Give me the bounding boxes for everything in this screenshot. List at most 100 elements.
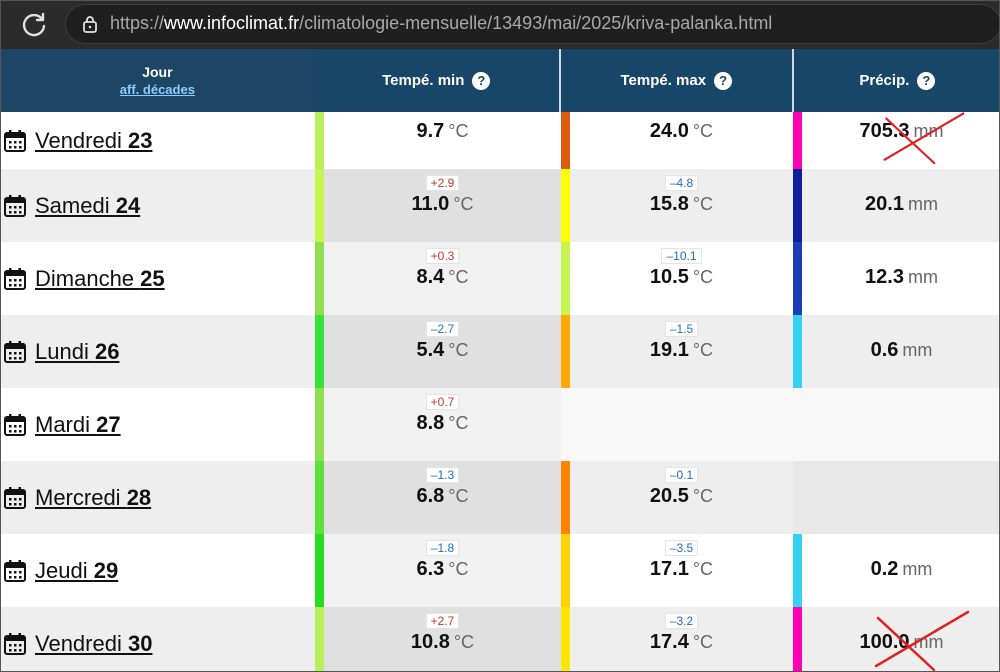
calendar-icon[interactable] xyxy=(3,413,27,437)
day-cell: Vendredi 30 xyxy=(1,607,315,671)
day-number: 28 xyxy=(126,484,152,510)
calendar-icon[interactable] xyxy=(3,486,27,510)
help-icon[interactable]: ? xyxy=(917,71,936,90)
site-info-icon[interactable] xyxy=(80,14,100,34)
day-link[interactable]: Vendredi 30 xyxy=(35,631,152,657)
precip-value-number: 0.6 xyxy=(870,339,899,361)
min-temp-value-number: 8.8 xyxy=(416,412,445,434)
max-temp-cell: –4.8 15.8 °C xyxy=(570,169,793,242)
precip-cell: 0.6 mm xyxy=(802,315,999,388)
max-temp-value: 19.1 °C xyxy=(570,339,793,362)
min-temp-value-number: 10.8 xyxy=(410,631,450,653)
unit-label: °C xyxy=(453,194,474,214)
deviation-badge: –3.2 xyxy=(570,612,793,630)
show-decades-link[interactable]: aff. décades xyxy=(120,82,195,97)
day-cell: Mardi 27 xyxy=(1,388,315,461)
deviation-value: –3.5 xyxy=(664,540,699,556)
min-temp-color-bar xyxy=(315,315,324,388)
min-temp-cell: –2.7 5.4 °C xyxy=(324,315,561,388)
calendar-icon[interactable] xyxy=(3,129,27,153)
deviation-value: –2.7 xyxy=(425,321,460,337)
unit-label: mm xyxy=(907,194,938,214)
min-temp-cell: +0.7 8.8 °C xyxy=(324,388,561,461)
day-link[interactable]: Dimanche 25 xyxy=(35,266,165,292)
min-temp-value-number: 5.4 xyxy=(416,339,445,361)
min-temp-cell: +0.3 8.4 °C xyxy=(324,242,561,315)
max-temp-value-number: 15.8 xyxy=(649,193,689,215)
table-row: Samedi 24 +2.9 11.0 °C –4.8 15.8 °C 20.1 mm xyxy=(1,169,999,242)
day-link[interactable]: Lundi 26 xyxy=(35,339,119,365)
day-number: 26 xyxy=(94,338,120,364)
deviation-badge: –1.3 xyxy=(324,466,561,484)
unit-label: °C xyxy=(692,121,714,141)
unit-label: °C xyxy=(692,559,714,579)
calendar-icon[interactable] xyxy=(3,632,27,656)
day-name: Samedi xyxy=(35,192,116,218)
calendar-icon[interactable] xyxy=(3,340,27,364)
calendar-icon[interactable] xyxy=(3,559,27,583)
unit-label: °C xyxy=(448,559,469,579)
table-row: Lundi 26 –2.7 5.4 °C –1.5 19.1 °C 0.6 mm xyxy=(1,315,999,388)
min-temp-color-bar xyxy=(315,242,324,315)
min-temp-value: 6.8 °C xyxy=(324,485,561,508)
precip-cell xyxy=(793,461,999,534)
reload-icon[interactable] xyxy=(19,10,49,40)
help-icon[interactable]: ? xyxy=(714,71,733,90)
min-temp-value-number: 9.7 xyxy=(416,120,445,142)
min-temp-cell: +2.9 11.0 °C xyxy=(324,169,561,242)
table-row: Vendredi 30 +2.7 10.8 °C –3.2 17.4 °C 100.0 mm xyxy=(1,607,999,671)
precip-value: 0.2 mm xyxy=(802,558,999,581)
max-temp-color-bar xyxy=(561,169,570,242)
day-name: Vendredi xyxy=(35,630,128,656)
max-temp-value: 24.0 °C xyxy=(570,120,793,143)
unit-label: °C xyxy=(692,486,714,506)
day-link[interactable]: Mardi 27 xyxy=(35,412,121,438)
precip-value-number: 100.0 xyxy=(859,631,910,653)
max-temp-cell xyxy=(561,388,793,461)
url-scheme: https:// xyxy=(110,13,165,33)
min-temp-color-bar xyxy=(315,169,324,242)
min-temp-value: 10.8 °C xyxy=(324,631,561,654)
max-temp-cell: –3.5 17.1 °C xyxy=(570,534,793,607)
unit-label: °C xyxy=(692,267,714,287)
precip-color-bar xyxy=(793,534,802,607)
day-link[interactable]: Mercredi 28 xyxy=(35,485,151,511)
calendar-icon[interactable] xyxy=(3,267,27,291)
day-number: 29 xyxy=(93,557,119,583)
precip-value: 705.3 mm xyxy=(802,120,999,143)
min-temp-value-number: 6.3 xyxy=(416,558,445,580)
precip-color-bar xyxy=(793,315,802,388)
deviation-value: –1.8 xyxy=(425,540,460,556)
day-name: Vendredi xyxy=(35,127,128,153)
day-link[interactable]: Samedi 24 xyxy=(35,193,140,219)
precip-color-bar xyxy=(793,112,802,169)
deviation-badge: –1.8 xyxy=(324,539,561,557)
help-icon[interactable]: ? xyxy=(472,71,491,90)
calendar-icon[interactable] xyxy=(3,194,27,218)
precip-color-bar xyxy=(793,169,802,242)
deviation-value: –0.1 xyxy=(664,467,699,483)
browser-toolbar: https://www.infoclimat.fr/climatologie-m… xyxy=(1,1,999,49)
screenshot-frame: https://www.infoclimat.fr/climatologie-m… xyxy=(0,0,1000,672)
day-link[interactable]: Vendredi 23 xyxy=(35,128,152,154)
table-row: Dimanche 25 +0.3 8.4 °C –10.1 10.5 °C 12.3 mm xyxy=(1,242,999,315)
day-cell: Dimanche 25 xyxy=(1,242,315,315)
day-name: Lundi xyxy=(35,338,95,364)
min-temp-color-bar xyxy=(315,112,324,169)
column-header-day-label: Jour xyxy=(142,64,173,80)
table-body: Vendredi 23 9.7 °C 24.0 °C 705.3 mm Samedi 24 +2… xyxy=(1,112,999,671)
address-bar[interactable]: https://www.infoclimat.fr/climatologie-m… xyxy=(65,4,999,44)
column-header-day: Jour aff. décades xyxy=(1,49,314,112)
column-header-min-temp: Tempé. min ? xyxy=(313,49,559,112)
precip-value: 20.1 mm xyxy=(802,193,999,216)
min-temp-value: 6.3 °C xyxy=(324,558,561,581)
max-temp-color-bar xyxy=(561,607,570,671)
day-cell: Mercredi 28 xyxy=(1,461,315,534)
deviation-value: –10.1 xyxy=(661,248,702,264)
unit-label: °C xyxy=(448,340,469,360)
day-link[interactable]: Jeudi 29 xyxy=(35,558,118,584)
day-number: 24 xyxy=(115,192,141,218)
max-temp-value-number: 17.4 xyxy=(649,631,689,653)
deviation-value: +2.9 xyxy=(425,175,460,191)
min-temp-cell: +2.7 10.8 °C xyxy=(324,607,561,671)
